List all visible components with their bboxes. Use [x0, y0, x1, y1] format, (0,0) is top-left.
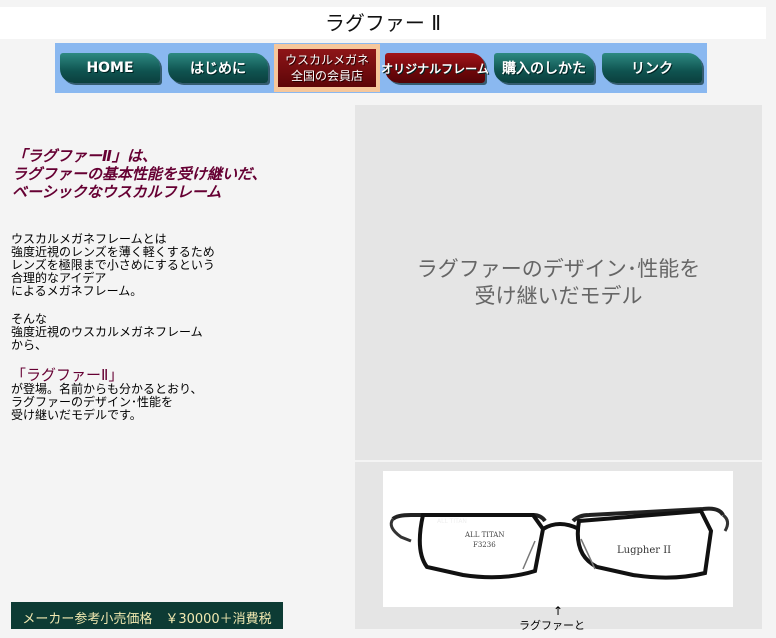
nav-bar: HOME はじめに ウスカルメガネ 全国の会員店 オリジナルフレーム 購入のしか…: [55, 43, 707, 93]
headline-line: ラグファーの基本性能を受け継いだ、: [12, 165, 267, 183]
followup-paragraph: そんな 強度近視のウスカルメガネフレーム から、: [11, 313, 203, 352]
lens-left-text-2: F3236: [473, 541, 496, 549]
text-line: から、: [11, 338, 48, 352]
nav-member-stores-button[interactable]: ウスカルメガネ 全国の会員店: [274, 44, 380, 92]
text-line: によるメガネフレーム。: [11, 284, 143, 298]
frame-temple-text: ALL TITAN: [437, 518, 467, 525]
headline-line: ベーシックなウスカルフレーム: [12, 183, 222, 201]
price-banner: メーカー参考小売価格 ￥30000＋消費税: [11, 602, 283, 629]
page-title: ラグファー Ⅱ: [0, 7, 766, 39]
intro-paragraph: ウスカルメガネフレームとは 強度近視のレンズを薄く軽くするため レンズを極限まで…: [11, 233, 215, 298]
nav-original-frame-button[interactable]: オリジナルフレーム: [381, 53, 489, 83]
headline-line: 「ラグファーⅡ」は、: [12, 147, 157, 165]
arrow-icon: ↑: [553, 604, 564, 618]
nav-member-line2: 全国の会員店: [290, 69, 363, 83]
glasses-photo: ALL TITAN ALL TITAN F3236 Lugpher II: [383, 471, 733, 607]
tagline-line: 受け継いだモデル: [474, 283, 643, 308]
lens-right-text: Lugpher II: [617, 545, 671, 556]
tagline-line: ラグファーのデザイン･性能を: [416, 256, 701, 281]
nav-intro-button[interactable]: はじめに: [168, 53, 268, 83]
nav-howto-button[interactable]: 購入のしかた: [494, 53, 594, 83]
nav-link-button[interactable]: リンク: [602, 53, 702, 83]
nav-home-button[interactable]: HOME: [60, 53, 160, 83]
lens-left-text-1: ALL TITAN: [464, 531, 504, 539]
headline: 「ラグファーⅡ」は、 ラグファーの基本性能を受け継いだ、 ベーシックなウスカルフ…: [12, 147, 267, 201]
photo-caption: ラグファーと: [519, 619, 585, 632]
text-line: 受け継いだモデルです。: [11, 408, 142, 422]
tagline-panel: ラグファーのデザイン･性能を 受け継いだモデル: [355, 105, 762, 460]
product-paragraph: が登場。名前からも分かるとおり、 ラグファーのデザイン･性能を 受け継いだモデル…: [11, 383, 203, 422]
nav-member-line1: ウスカルメガネ: [284, 53, 369, 67]
